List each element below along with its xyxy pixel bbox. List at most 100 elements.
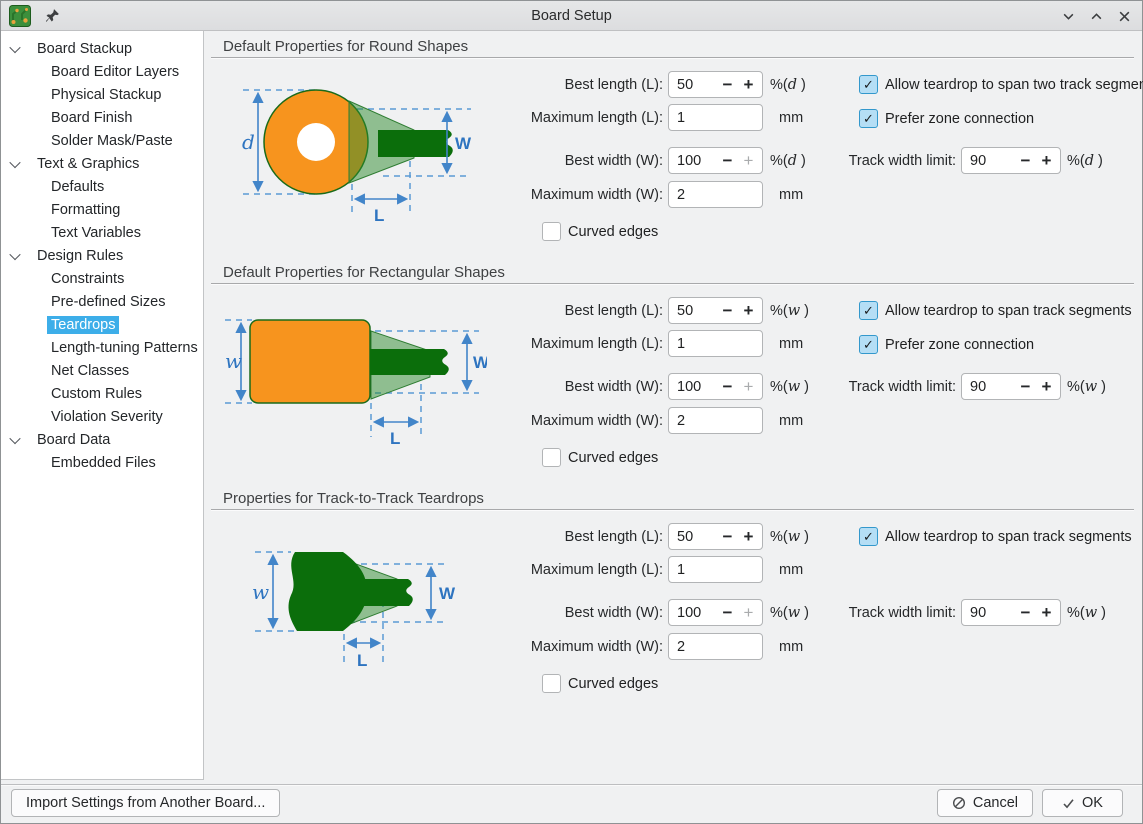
sidebar-item-design-rules[interactable]: Design Rules	[1, 244, 203, 267]
zone-connection-label: Prefer zone connection	[885, 111, 1034, 127]
best-length-spinner[interactable]: 50 − +	[668, 523, 763, 550]
best-width-spinner[interactable]: 100 − +	[668, 599, 763, 626]
max-length-input[interactable]: 1	[668, 104, 763, 131]
span-segments-checkbox-row[interactable]: ✓ Allow teardrop to span two track segme…	[859, 75, 1143, 94]
sidebar-item-formatting[interactable]: Formatting	[1, 198, 203, 221]
max-width-input[interactable]: 2	[668, 181, 763, 208]
best-width-spinner[interactable]: 100 − +	[668, 147, 763, 174]
max-length-input[interactable]: 1	[668, 330, 763, 357]
diagram-dim-w-label: W	[439, 584, 456, 603]
chevron-down-icon[interactable]	[9, 248, 20, 259]
best-length-spinner[interactable]: 50 − +	[668, 297, 763, 324]
zone-connection-label: Prefer zone connection	[885, 337, 1034, 353]
max-width-label: Maximum width (W):	[463, 633, 663, 660]
checkbox-checked-icon[interactable]: ✓	[859, 109, 878, 128]
best-width-label: Best width (W):	[463, 373, 663, 400]
decrement-icon[interactable]: −	[1015, 603, 1036, 623]
diagram-dim-l-label: L	[374, 206, 384, 225]
sidebar-item-length-tuning-patterns[interactable]: Length-tuning Patterns	[1, 336, 203, 359]
settings-tree: Board Stackup Board Editor Layers Physic…	[1, 31, 204, 780]
sidebar-item-board-data[interactable]: Board Data	[1, 428, 203, 451]
sidebar-item-text-graphics[interactable]: Text & Graphics	[1, 152, 203, 175]
curved-edges-checkbox-row[interactable]: Curved edges	[542, 222, 658, 241]
decrement-icon[interactable]: −	[717, 603, 738, 623]
chevron-down-icon[interactable]	[9, 156, 20, 167]
cancel-button[interactable]: Cancel	[937, 789, 1033, 817]
max-length-label: Maximum length (L):	[463, 330, 663, 357]
track-width-limit-spinner[interactable]: 90 − +	[961, 147, 1061, 174]
checkbox-unchecked-icon[interactable]	[542, 222, 561, 241]
checkbox-checked-icon[interactable]: ✓	[859, 301, 878, 320]
decrement-icon[interactable]: −	[717, 301, 738, 321]
section-divider	[211, 509, 1134, 511]
sidebar-item-pre-defined-sizes[interactable]: Pre-defined Sizes	[1, 290, 203, 313]
span-segments-checkbox-row[interactable]: ✓ Allow teardrop to span track segments	[859, 527, 1132, 546]
span-segments-label: Allow teardrop to span track segments	[885, 303, 1132, 319]
increment-icon[interactable]: +	[738, 75, 759, 95]
decrement-icon[interactable]: −	[717, 527, 738, 547]
sidebar-item-board-finish[interactable]: Board Finish	[1, 106, 203, 129]
sidebar-item-constraints[interactable]: Constraints	[1, 267, 203, 290]
max-length-label: Maximum length (L):	[463, 556, 663, 583]
zone-connection-checkbox-row[interactable]: ✓ Prefer zone connection	[859, 335, 1034, 354]
increment-icon[interactable]: +	[738, 301, 759, 321]
checkbox-checked-icon[interactable]: ✓	[859, 527, 878, 546]
maximize-icon[interactable]	[1088, 8, 1104, 24]
increment-icon[interactable]: +	[1036, 377, 1057, 397]
sidebar-item-board-stackup[interactable]: Board Stackup	[1, 37, 203, 60]
chevron-down-icon[interactable]	[9, 41, 20, 52]
max-length-label: Maximum length (L):	[463, 104, 663, 131]
sidebar-item-board-editor-layers[interactable]: Board Editor Layers	[1, 60, 203, 83]
zone-connection-checkbox-row[interactable]: ✓ Prefer zone connection	[859, 109, 1034, 128]
increment-icon[interactable]: +	[738, 527, 759, 547]
section-title-track-to-track: Properties for Track-to-Track Teardrops	[223, 490, 484, 507]
sidebar-item-teardrops[interactable]: Teardrops	[1, 313, 203, 336]
max-length-input[interactable]: 1	[668, 556, 763, 583]
checkbox-checked-icon[interactable]: ✓	[859, 75, 878, 94]
max-width-input[interactable]: 2	[668, 633, 763, 660]
curved-edges-checkbox-row[interactable]: Curved edges	[542, 448, 658, 467]
titlebar: Board Setup	[1, 1, 1142, 31]
track-width-limit-spinner[interactable]: 90 − +	[961, 599, 1061, 626]
import-settings-button[interactable]: Import Settings from Another Board...	[11, 789, 280, 817]
ok-button[interactable]: OK	[1042, 789, 1123, 817]
best-length-unit: %(d )	[770, 71, 806, 98]
chevron-down-icon[interactable]	[9, 432, 20, 443]
track-width-limit-label: Track width limit:	[756, 373, 956, 400]
ok-check-icon	[1062, 797, 1075, 810]
decrement-icon[interactable]: −	[717, 151, 738, 171]
decrement-icon[interactable]: −	[1015, 377, 1036, 397]
sidebar-item-solder-mask-paste[interactable]: Solder Mask/Paste	[1, 129, 203, 152]
decrement-icon[interactable]: −	[717, 75, 738, 95]
best-length-unit: %(w )	[770, 297, 809, 324]
checkbox-checked-icon[interactable]: ✓	[859, 335, 878, 354]
sidebar-item-physical-stackup[interactable]: Physical Stackup	[1, 83, 203, 106]
max-width-input[interactable]: 2	[668, 407, 763, 434]
decrement-icon[interactable]: −	[1015, 151, 1036, 171]
sidebar-item-violation-severity[interactable]: Violation Severity	[1, 405, 203, 428]
sidebar-item-embedded-files[interactable]: Embedded Files	[1, 451, 203, 474]
sidebar-item-defaults[interactable]: Defaults	[1, 175, 203, 198]
best-length-spinner[interactable]: 50 − +	[668, 71, 763, 98]
shade-icon[interactable]	[1060, 8, 1076, 24]
max-width-label: Maximum width (W):	[463, 181, 663, 208]
increment-icon[interactable]: +	[1036, 603, 1057, 623]
span-segments-checkbox-row[interactable]: ✓ Allow teardrop to span track segments	[859, 301, 1132, 320]
track-width-limit-spinner[interactable]: 90 − +	[961, 373, 1061, 400]
sidebar-item-custom-rules[interactable]: Custom Rules	[1, 382, 203, 405]
decrement-icon[interactable]: −	[717, 377, 738, 397]
curved-edges-label: Curved edges	[568, 224, 658, 240]
footer-divider	[1, 784, 1142, 786]
increment-icon[interactable]: +	[1036, 151, 1057, 171]
checkbox-unchecked-icon[interactable]	[542, 674, 561, 693]
curved-edges-label: Curved edges	[568, 450, 658, 466]
curved-edges-checkbox-row[interactable]: Curved edges	[542, 674, 658, 693]
best-width-spinner[interactable]: 100 − +	[668, 373, 763, 400]
sidebar-item-net-classes[interactable]: Net Classes	[1, 359, 203, 382]
checkbox-unchecked-icon[interactable]	[542, 448, 561, 467]
close-icon[interactable]	[1116, 8, 1132, 24]
best-length-unit: %(w )	[770, 523, 809, 550]
max-length-unit: mm	[779, 104, 803, 131]
section-divider	[211, 283, 1134, 285]
sidebar-item-text-variables[interactable]: Text Variables	[1, 221, 203, 244]
